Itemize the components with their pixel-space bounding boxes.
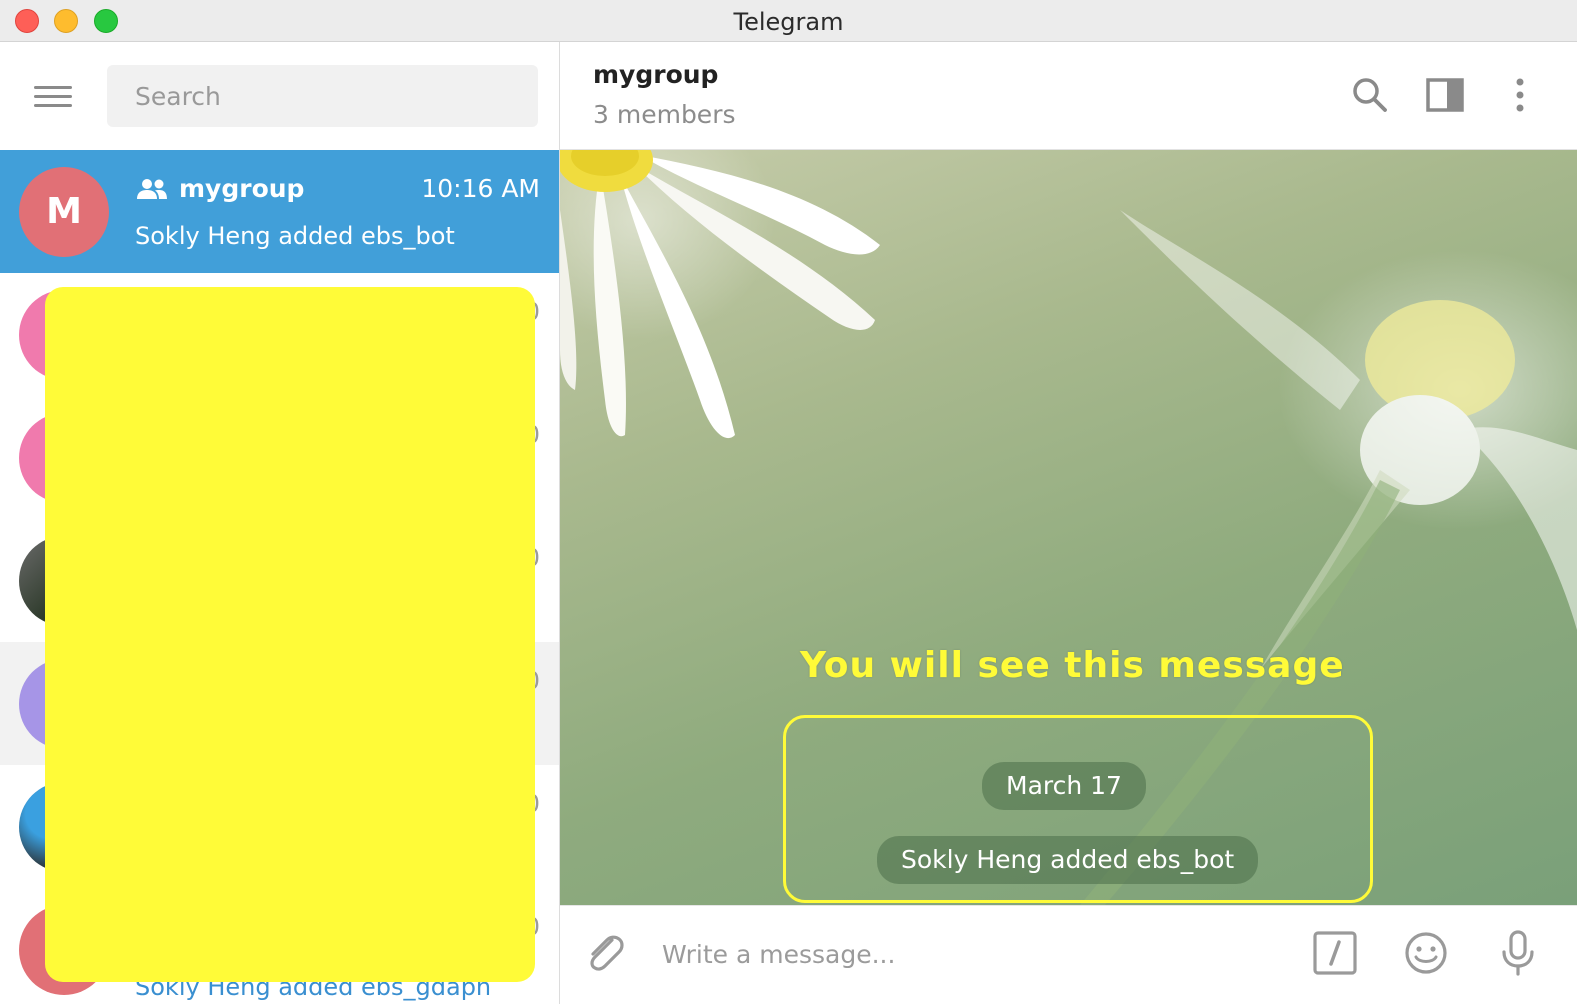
search-icon[interactable]	[1350, 75, 1390, 115]
date-separator: March 17	[982, 762, 1146, 810]
microphone-icon[interactable]	[1495, 930, 1541, 976]
sidebar-toggle-icon[interactable]	[1425, 75, 1465, 115]
menu-icon[interactable]	[34, 82, 72, 112]
chat-list-sidebar: M mygroup 10:16 AM Sokly Heng added ebs_…	[0, 42, 560, 1004]
chat-header: mygroup 3 members	[560, 42, 1577, 150]
chat-messages-area: You will see this message March 17 Sokly…	[560, 150, 1577, 905]
window-titlebar: Telegram	[0, 0, 1577, 42]
chat-title[interactable]: mygroup	[593, 60, 718, 89]
window-title: Telegram	[733, 8, 844, 36]
chat-row-mygroup[interactable]: M mygroup 10:16 AM Sokly Heng added ebs_…	[0, 150, 559, 273]
chat-preview: Sokly Heng added ebs_bot	[135, 222, 455, 250]
message-input[interactable]	[660, 926, 1284, 983]
service-message: Sokly Heng added ebs_bot	[877, 836, 1259, 884]
bot-commands-icon[interactable]	[1312, 930, 1358, 976]
emoji-icon[interactable]	[1403, 930, 1449, 976]
group-icon	[137, 178, 167, 199]
avatar: M	[19, 167, 109, 257]
chat-time: 10:16 AM	[421, 174, 540, 203]
more-options-icon[interactable]	[1500, 75, 1540, 115]
search-input[interactable]	[107, 65, 538, 127]
annotation-text: You will see this message	[800, 645, 1345, 686]
chat-name: mygroup	[179, 174, 305, 203]
redaction-overlay	[45, 287, 535, 982]
search-box[interactable]	[107, 65, 538, 127]
message-composer	[560, 905, 1577, 1004]
attach-icon[interactable]	[582, 930, 628, 976]
chat-member-count: 3 members	[593, 100, 736, 129]
